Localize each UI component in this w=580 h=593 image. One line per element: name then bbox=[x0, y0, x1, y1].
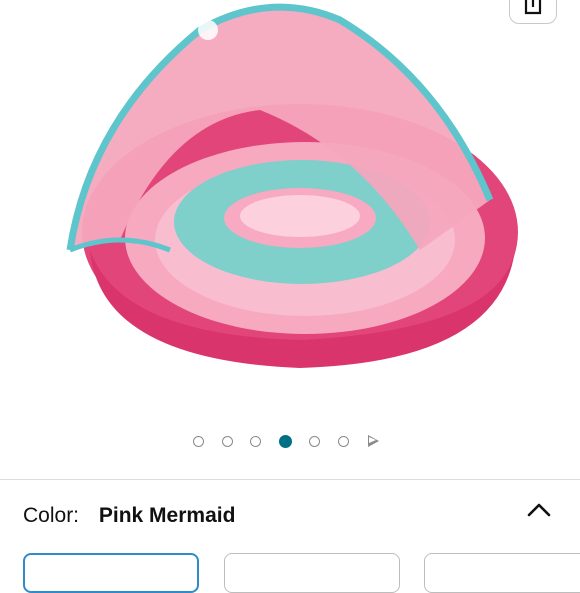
color-value: Pink Mermaid bbox=[98, 504, 236, 527]
carousel-dot[interactable] bbox=[221, 435, 233, 447]
carousel-dots bbox=[193, 432, 379, 450]
color-swatch[interactable] bbox=[224, 553, 400, 593]
carousel-dot[interactable] bbox=[337, 435, 349, 447]
mermaid-logo bbox=[198, 20, 218, 40]
color-selection-row: Color: Pink Mermaid bbox=[23, 504, 235, 528]
color-label: Color: bbox=[23, 504, 80, 527]
chevron-up-icon[interactable] bbox=[526, 500, 552, 520]
carousel-dot[interactable] bbox=[309, 435, 321, 447]
carousel-dot-active[interactable] bbox=[278, 434, 292, 448]
carousel-dot[interactable] bbox=[193, 435, 204, 447]
play-icon[interactable] bbox=[367, 435, 379, 447]
color-swatch-pink-mermaid[interactable] bbox=[23, 553, 199, 593]
carousel-dot[interactable] bbox=[250, 435, 262, 447]
color-swatch[interactable] bbox=[424, 553, 580, 593]
product-image[interactable] bbox=[60, 0, 530, 420]
section-divider bbox=[0, 479, 580, 480]
